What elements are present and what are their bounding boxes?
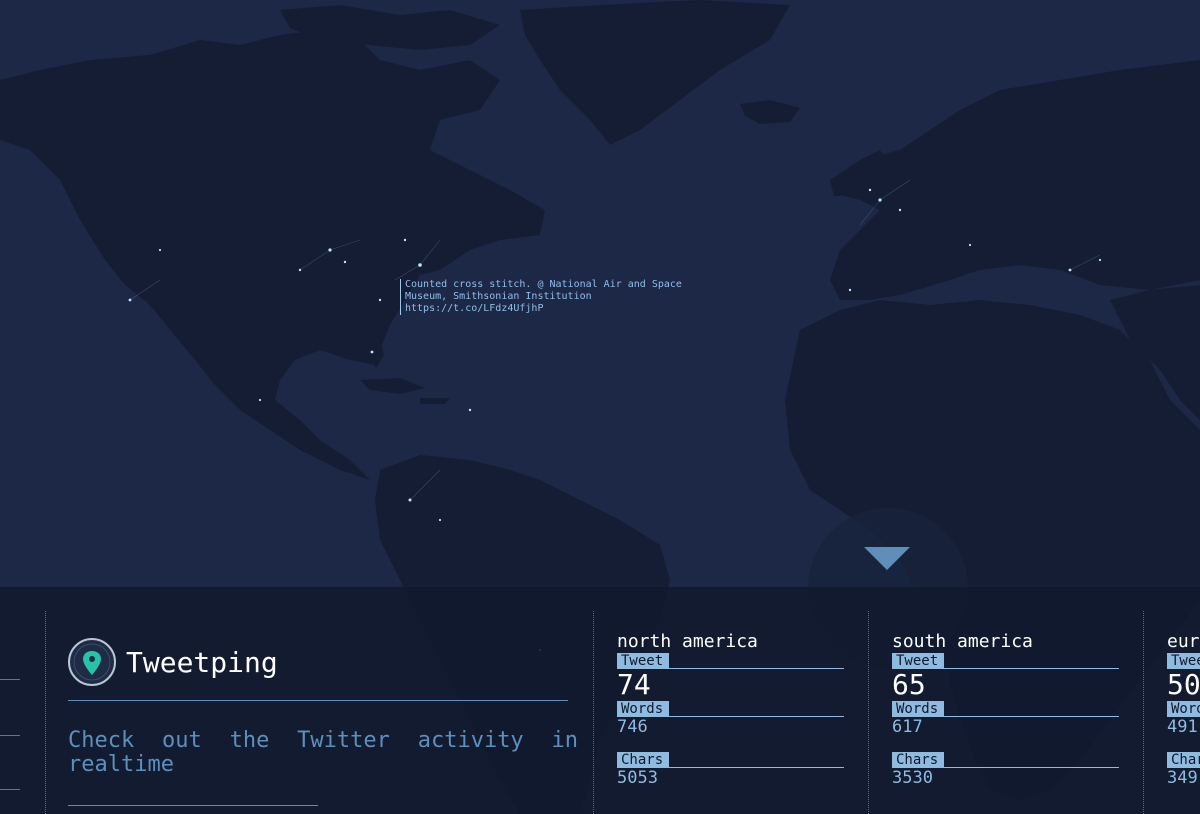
region-name: south america (892, 631, 1033, 652)
column-divider (868, 611, 869, 814)
left-stub-rule (0, 789, 20, 790)
char-count: 3530 (892, 768, 933, 788)
stat-header-chars: Chars (1167, 752, 1200, 768)
map-pin-compass-icon (68, 638, 116, 686)
region-name: north america (617, 631, 758, 652)
stat-label: Words (1167, 701, 1200, 717)
char-count: 349 (1167, 768, 1198, 788)
left-stub-rule (0, 679, 20, 680)
region-name: europe (1167, 631, 1200, 652)
region-card-north-america[interactable]: north america Tweet 74 Words 746 Chars 5… (617, 631, 844, 789)
left-stub-rule (0, 735, 20, 736)
north-america-landmass (0, 30, 545, 480)
stat-header-tweet: Tweet (617, 653, 844, 669)
stat-header-chars: Chars (892, 752, 1119, 768)
word-count: 617 (892, 717, 923, 737)
stat-header-words: Words (892, 701, 1119, 717)
stat-label: Tweet (1167, 653, 1200, 669)
stat-label: Chars (1167, 752, 1200, 768)
stat-header-words: Words (617, 701, 844, 717)
greenland-landmass (520, 0, 790, 145)
column-divider (593, 611, 594, 814)
stat-label: Words (892, 701, 945, 717)
column-divider (45, 611, 46, 814)
brand-divider (68, 700, 568, 701)
stat-header-words: Words (1167, 701, 1200, 717)
app-title: Tweetping (126, 645, 278, 679)
stat-header-tweet: Tweet (892, 653, 1119, 669)
stat-label: Tweet (617, 653, 670, 669)
stat-label: Tweet (892, 653, 945, 669)
region-card-europe[interactable]: europe Tweet 50 Words 491 Chars 349 (1167, 631, 1200, 789)
stats-panel: Tweetping Check out the Twitter activity… (0, 587, 1200, 814)
live-tweet-popup: Counted cross stitch. @ National Air and… (400, 279, 721, 315)
tweet-count: 50 (1167, 668, 1200, 701)
column-divider (1143, 611, 1144, 814)
char-count: 5053 (617, 768, 658, 788)
word-count: 491 (1167, 717, 1198, 737)
tweet-count: 74 (617, 668, 651, 701)
app-tagline: Check out the Twitter activity in realti… (68, 728, 578, 777)
tagline-divider (68, 805, 318, 806)
iceland-landmass (740, 100, 800, 124)
stat-label: Chars (617, 752, 670, 768)
stat-label: Chars (892, 752, 945, 768)
tweet-count: 65 (892, 668, 926, 701)
brand-header[interactable]: Tweetping (68, 637, 278, 687)
caribbean-islands (360, 378, 450, 404)
triangle-down-icon (864, 547, 910, 570)
tweetping-app: Counted cross stitch. @ National Air and… (0, 0, 1200, 814)
stat-header-tweet: Tweet (1167, 653, 1200, 669)
stat-header-chars: Chars (617, 752, 844, 768)
stat-label: Words (617, 701, 670, 717)
word-count: 746 (617, 717, 648, 737)
region-card-south-america[interactable]: south america Tweet 65 Words 617 Chars 3… (892, 631, 1119, 789)
